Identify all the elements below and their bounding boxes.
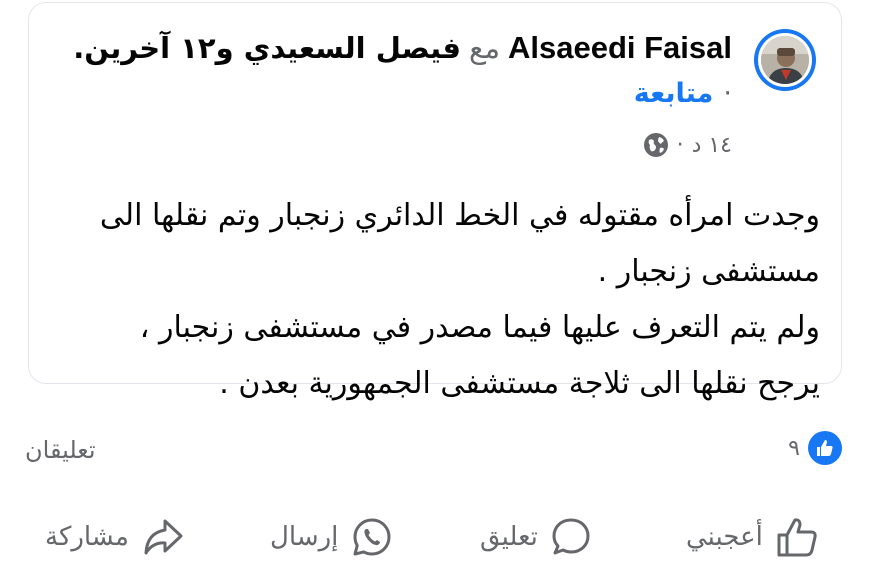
like-button[interactable]: أعجبني	[686, 507, 819, 567]
whatsapp-icon	[353, 518, 391, 556]
comment-label: تعليق	[480, 522, 538, 552]
post-line: وجدت امرأه مقتوله في الخط الدائري زنجبار…	[99, 198, 820, 233]
tagged-people[interactable]: فيصل السعيدي و١٢ آخرين	[84, 31, 461, 65]
post-meta: ١٤ د ·	[643, 132, 732, 158]
follow-row: · متابعة	[634, 78, 732, 109]
comments-count[interactable]: تعليقان	[25, 436, 96, 464]
like-icon	[808, 431, 842, 465]
with-text: مع	[469, 31, 500, 65]
globe-icon	[643, 132, 669, 158]
post-body: وجدت امرأه مقتوله في الخط الدائري زنجبار…	[60, 188, 820, 412]
post-line: ولم يتم التعرف عليها فيما مصدر في مستشفى…	[139, 310, 820, 345]
thumbs-up-icon	[777, 518, 817, 557]
post-line: مستشفى زنجبار .	[597, 254, 820, 289]
reaction-count: ٩	[788, 435, 800, 461]
comment-icon	[552, 518, 590, 555]
author-avatar[interactable]	[754, 29, 816, 91]
avatar-photo	[758, 33, 812, 87]
tagged-end: .	[73, 31, 85, 65]
like-label: أعجبني	[686, 522, 763, 552]
meta-separator: ·	[676, 132, 684, 158]
share-button[interactable]: مشاركة	[45, 507, 185, 567]
post-line: يرجح نقلها الى ثلاجة مستشفى الجمهورية بع…	[219, 366, 820, 401]
follow-separator: ·	[723, 78, 732, 109]
reactions-summary[interactable]: ٩	[788, 431, 842, 465]
share-label: مشاركة	[45, 522, 129, 552]
send-label: إرسال	[270, 522, 339, 552]
action-bar: أعجبني تعليق إرسال مشاركة	[0, 507, 870, 567]
comment-button[interactable]: تعليق	[480, 507, 592, 567]
send-button[interactable]: إرسال	[270, 507, 394, 567]
follow-button[interactable]: متابعة	[634, 78, 714, 109]
post-view: Alsaeedi Faisal مع فيصل السعيدي و١٢ آخري…	[0, 0, 870, 586]
post-time[interactable]: ١٤ د	[692, 133, 732, 158]
share-icon	[144, 519, 183, 555]
author-name[interactable]: Alsaeedi Faisal	[508, 30, 732, 66]
post-header: Alsaeedi Faisal مع فيصل السعيدي و١٢ آخري…	[73, 26, 732, 70]
